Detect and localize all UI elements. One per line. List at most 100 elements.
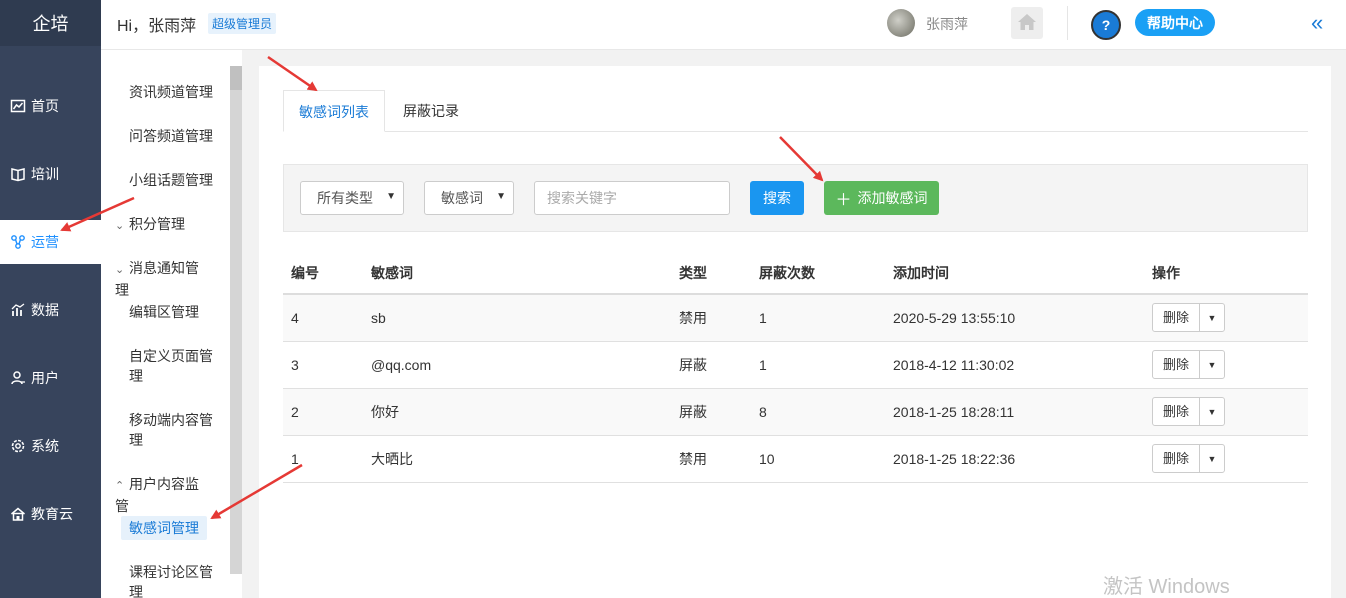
- table-row: 3 @qq.com 屏蔽 1 2018-4-12 11:30:02 删除 ▼: [283, 341, 1308, 389]
- subnav-item-sensitive-words[interactable]: 敏感词管理: [121, 516, 207, 540]
- delete-button[interactable]: 删除: [1153, 445, 1201, 472]
- cell-id: 1: [283, 435, 363, 483]
- sensitive-words-table: 编号 敏感词 类型 屏蔽次数 添加时间 操作 4 sb 禁用 1 2020-5-…: [283, 252, 1308, 483]
- chevron-down-icon: ⌄: [115, 220, 125, 232]
- nav-item-data[interactable]: 数据: [0, 288, 101, 332]
- chevron-down-icon: ▼: [496, 191, 506, 202]
- subnav-group-notifications[interactable]: ⌄ 消息通知管理: [115, 258, 207, 300]
- col-added-time: 添加时间: [885, 252, 1144, 295]
- nav-item-label: 运营: [31, 234, 59, 250]
- cell-id: 4: [283, 294, 363, 342]
- cell-actions: 删除 ▼: [1144, 435, 1308, 483]
- col-word: 敏感词: [363, 252, 671, 295]
- action-group: 删除 ▼: [1152, 303, 1226, 333]
- nav-item-operations[interactable]: 运营: [0, 220, 101, 264]
- cell-count: 1: [751, 294, 885, 342]
- subnav-group-user-content[interactable]: ⌃ 用户内容监管: [115, 474, 207, 516]
- header-divider: [1067, 6, 1068, 40]
- nav-item-system[interactable]: 系统: [0, 424, 101, 468]
- search-input[interactable]: [534, 181, 730, 215]
- nav-item-label: 教育云: [31, 506, 73, 522]
- subnav-group-label: 积分管理: [129, 216, 185, 232]
- caret-down-icon[interactable]: ▼: [1200, 351, 1224, 378]
- tab-block-records[interactable]: 屏蔽记录: [388, 90, 474, 132]
- caret-down-icon[interactable]: ▼: [1200, 304, 1224, 331]
- filter-bar: 所有类型 ▼ 敏感词 ▼ 搜索 ＋ 添加敏感词: [283, 164, 1308, 232]
- caret-down-icon[interactable]: ▼: [1200, 398, 1224, 425]
- scrollbar-thumb[interactable]: [230, 66, 242, 90]
- top-header: Hi，张雨萍 超级管理员 张雨萍 ? 帮助中心 «: [101, 0, 1346, 50]
- tab-sensitive-words[interactable]: 敏感词列表: [283, 90, 385, 132]
- cell-type: 禁用: [671, 435, 751, 483]
- subnav-item-edit-area[interactable]: 编辑区管理: [129, 302, 221, 322]
- search-button[interactable]: 搜索: [750, 181, 804, 215]
- home-icon: [1017, 13, 1037, 34]
- delete-button[interactable]: 删除: [1153, 351, 1201, 378]
- avatar[interactable]: [887, 9, 915, 37]
- cloud-home-icon: [10, 506, 26, 522]
- subnav-group-points[interactable]: ⌄ 积分管理: [115, 214, 207, 236]
- subnav-item-qa-channel[interactable]: 问答频道管理: [129, 126, 221, 146]
- subnav-item-mobile-content[interactable]: 移动端内容管理: [129, 410, 221, 450]
- help-center-button[interactable]: 帮助中心: [1135, 9, 1215, 36]
- cell-id: 3: [283, 341, 363, 389]
- chart-line-icon: [10, 98, 26, 114]
- nav-item-label: 系统: [31, 438, 59, 454]
- cell-id: 2: [283, 388, 363, 436]
- network-icon: [10, 234, 26, 250]
- user-icon: [10, 370, 26, 386]
- field-select[interactable]: 敏感词 ▼: [424, 181, 514, 215]
- nav-item-users[interactable]: 用户: [0, 356, 101, 400]
- cell-word: 大晒比: [363, 435, 671, 483]
- cell-word: sb: [363, 294, 671, 342]
- collapse-sidebar-icon[interactable]: «: [1311, 10, 1324, 36]
- table-row: 2 你好 屏蔽 8 2018-1-25 18:28:11 删除 ▼: [283, 388, 1308, 436]
- type-select[interactable]: 所有类型 ▼: [300, 181, 404, 215]
- nav-item-label: 用户: [31, 370, 59, 386]
- sub-nav: 资讯频道管理 问答频道管理 小组话题管理 ⌄ 积分管理 ⌄ 消息通知管理 编辑区管理…: [101, 50, 242, 598]
- cell-actions: 删除 ▼: [1144, 341, 1308, 389]
- nav-item-label: 培训: [31, 166, 59, 182]
- table-row: 1 大晒比 禁用 10 2018-1-25 18:22:36 删除 ▼: [283, 435, 1308, 483]
- plus-icon: ＋: [835, 192, 852, 209]
- action-group: 删除 ▼: [1152, 350, 1226, 379]
- delete-button[interactable]: 删除: [1153, 398, 1201, 425]
- nav-item-edu-cloud[interactable]: 教育云: [0, 492, 101, 536]
- nav-item-home[interactable]: 首页: [0, 84, 101, 128]
- subnav-item-group-topics[interactable]: 小组话题管理: [129, 170, 221, 190]
- col-actions: 操作: [1144, 252, 1308, 295]
- main-nav: 企培 首页 培训 运营 数据 用户 系统 教育云: [0, 0, 101, 598]
- nav-item-label: 首页: [31, 98, 59, 114]
- subnav-item-custom-pages[interactable]: 自定义页面管理: [129, 346, 221, 386]
- cell-time: 2018-1-25 18:28:11: [885, 388, 1144, 436]
- username[interactable]: 张雨萍: [926, 14, 968, 34]
- caret-down-icon[interactable]: ▼: [1200, 445, 1224, 472]
- cell-count: 8: [751, 388, 885, 436]
- brand-logo: 企培: [0, 0, 101, 46]
- windows-activation-watermark: 激活 Windows: [1103, 576, 1230, 598]
- table-row: 4 sb 禁用 1 2020-5-29 13:55:10 删除 ▼: [283, 294, 1308, 342]
- subnav-item-course-discussion[interactable]: 课程讨论区管理: [129, 562, 221, 598]
- tab-bar: 敏感词列表 屏蔽记录: [283, 90, 1308, 132]
- cell-actions: 删除 ▼: [1144, 388, 1308, 436]
- table-header-row: 编号 敏感词 类型 屏蔽次数 添加时间 操作: [283, 252, 1308, 295]
- cell-time: 2020-5-29 13:55:10: [885, 294, 1144, 342]
- cell-word: 你好: [363, 388, 671, 436]
- help-icon[interactable]: ?: [1091, 10, 1121, 40]
- chevron-up-icon: ⌃: [115, 480, 125, 492]
- delete-button[interactable]: 删除: [1153, 304, 1201, 332]
- cell-count: 10: [751, 435, 885, 483]
- book-icon: [10, 166, 26, 182]
- subnav-item-news-channel[interactable]: 资讯频道管理: [129, 82, 221, 102]
- sidebar-scrollbar[interactable]: [230, 66, 242, 574]
- chevron-down-icon: ⌄: [115, 264, 125, 276]
- cell-word: @qq.com: [363, 341, 671, 389]
- cell-time: 2018-4-12 11:30:02: [885, 341, 1144, 389]
- cell-type: 禁用: [671, 294, 751, 342]
- chevron-down-icon: ▼: [386, 191, 396, 202]
- add-sensitive-word-button[interactable]: ＋ 添加敏感词: [824, 181, 939, 215]
- type-select-value: 所有类型: [317, 190, 373, 206]
- nav-item-training[interactable]: 培训: [0, 152, 101, 196]
- cell-type: 屏蔽: [671, 341, 751, 389]
- home-button[interactable]: [1011, 7, 1043, 39]
